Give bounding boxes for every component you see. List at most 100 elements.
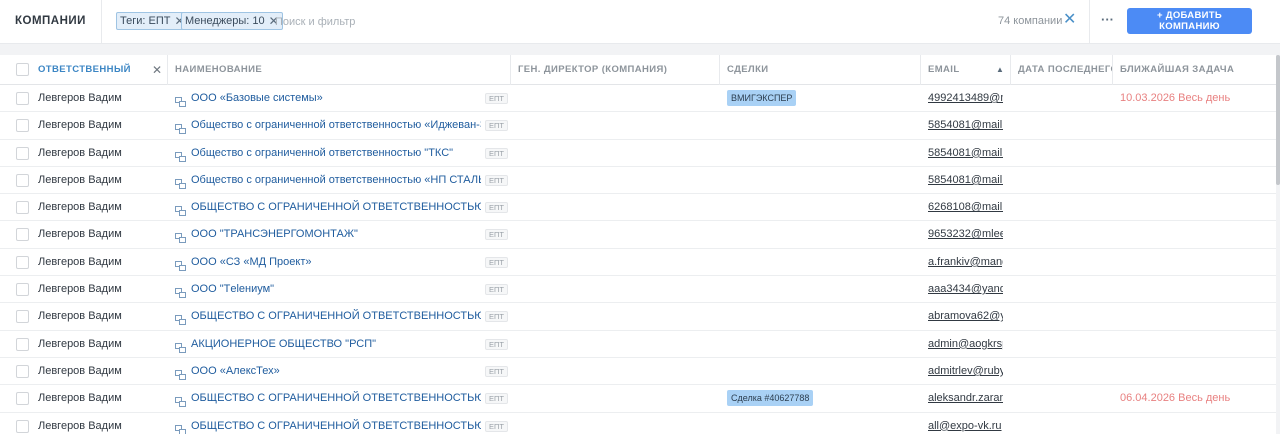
responsible-cell: Левгеров Вадим [38,337,122,350]
company-icon [175,121,186,135]
column-header-name[interactable]: НАИМЕНОВАНИЕ [168,55,511,85]
tag-badge: ЕПТ [485,174,508,186]
email-link[interactable]: 6268108@mail.r [928,194,1003,221]
company-name-link[interactable]: ООО «СЗ «МД Проект» [191,249,481,276]
row-checkbox[interactable] [16,364,29,378]
companies-count: 74 компании [998,15,1063,27]
email-link[interactable]: aaa3434@yande [928,276,1003,303]
tag-badge: ЕПТ [485,338,508,350]
column-header-responsible[interactable]: ОТВЕТСТВЕННЫЙ [31,55,168,85]
row-checkbox[interactable] [16,173,29,187]
row-checkbox[interactable] [16,310,29,324]
responsible-cell: Левгеров Вадим [38,283,122,296]
filter-chip-label: Теги: ЕПТ [120,15,171,27]
tag-badge: ЕПТ [485,365,508,377]
table-row[interactable]: Левгеров Вадим ОБЩЕСТВО С ОГРАНИЧЕННОЙ ОТ… [0,413,1276,434]
companies-table: ОТВЕТСТВЕННЫЙ ✕ НАИМЕНОВАНИЕ ГЕН. ДИРЕКТ… [0,55,1276,434]
row-checkbox[interactable] [16,92,29,105]
close-icon[interactable]: ✕ [152,64,162,76]
company-icon [175,176,186,189]
row-checkbox[interactable] [16,201,29,215]
email-link[interactable]: admitrlev@ruby [928,358,1003,385]
table-header: ОТВЕТСТВЕННЫЙ ✕ НАИМЕНОВАНИЕ ГЕН. ДИРЕКТ… [0,55,1276,85]
email-link[interactable]: 5854081@mail.r [928,167,1003,194]
email-link[interactable]: 5854081@mail.r [928,112,1003,139]
table-row[interactable]: Левгеров Вадим ООО «Базовые системы» ЕПТ ВМ… [0,85,1276,113]
column-header-ceo[interactable]: ГЕН. ДИРЕКТОР (КОМПАНИЯ) [511,55,720,85]
tag-badge: ЕПТ [485,256,508,268]
table-row[interactable]: Левгеров Вадим ОБЩЕСТВО С ОГРАНИЧЕННОЙ ОТ… [0,303,1276,331]
company-name-link[interactable]: Общество с ограниченной ответственностью… [191,140,481,167]
row-checkbox[interactable] [16,255,29,269]
tag-badge: ЕПТ [485,120,508,132]
company-name-link[interactable]: ОБЩЕСТВО С ОГРАНИЧЕННОЙ ОТВЕТСТВЕННОСТЬЮ… [191,303,481,330]
company-name-link[interactable]: АКЦИОНЕРНОЕ ОБЩЕСТВО "РСП" [191,331,481,358]
tag-badge: ЕПТ [485,93,508,104]
table-row[interactable]: Левгеров Вадим АКЦИОНЕРНОЕ ОБЩЕСТВО "РСП"… [0,331,1276,358]
column-header-last-date[interactable]: ДАТА ПОСЛЕДНЕГО [1011,55,1113,85]
filter-chip-managers[interactable]: Менеджеры: 10 ✕ [181,12,283,30]
email-link[interactable]: aleksandr.zaram [928,385,1003,412]
table-row[interactable]: Левгеров Вадим Общество с ограниченной от… [0,140,1276,167]
row-checkbox[interactable] [16,146,29,160]
table-row[interactable]: Левгеров Вадим ОБЩЕСТВО С ОГРАНИЧЕННОЙ ОТ… [0,385,1276,413]
row-checkbox[interactable] [16,119,29,133]
table-row[interactable]: Левгеров Вадим ООО «СЗ «МД Проект» ЕПТ a.fr… [0,249,1276,277]
add-company-button[interactable]: + ДОБАВИТЬ КОМПАНИЮ [1127,8,1252,34]
company-icon [175,258,186,271]
company-name-link[interactable]: Общество с ограниченной ответственностью… [191,112,481,139]
email-link[interactable]: a.frankiv@mang [928,249,1003,276]
company-icon [175,94,186,107]
table-row[interactable]: Левгеров Вадим ООО "ТРАНСЭНЕРГОМОНТАЖ" ЕПТ… [0,221,1276,249]
column-header-deals[interactable]: СДЕЛКИ [720,55,921,85]
column-header-next-task[interactable]: БЛИЖАЙШАЯ ЗАДАЧА [1113,55,1276,85]
search-input[interactable] [275,13,775,31]
company-name-link[interactable]: ООО "ТРАНСЭНЕРГОМОНТАЖ" [191,221,481,248]
row-checkbox[interactable] [16,392,29,406]
row-checkbox[interactable] [16,419,29,433]
responsible-cell: Левгеров Вадим [38,119,122,132]
responsible-cell: Левгеров Вадим [38,392,122,405]
row-checkbox[interactable] [16,228,29,242]
table-row[interactable]: Левгеров Вадим ООО «АлексТех» ЕПТ admitrlev… [0,358,1276,386]
email-link[interactable]: admin@aogkrsp [928,331,1003,358]
email-link[interactable]: 9653232@mleer [928,221,1003,248]
company-icon [175,312,186,326]
deal-badge[interactable]: Сделка #40627788 [727,390,814,407]
divider [1089,0,1090,44]
company-name-link[interactable]: ОБЩЕСТВО С ОГРАНИЧЕННОЙ ОТВЕТСТВЕННОСТЬЮ… [191,413,481,434]
row-checkbox[interactable] [16,337,29,351]
table-row[interactable]: Левгеров Вадим ООО "Тelениум" ЕПТ aaa3434@y… [0,276,1276,304]
company-name-link[interactable]: Общество с ограниченной ответственностью… [191,167,481,194]
more-options-icon[interactable]: ··· [1101,12,1114,27]
responsible-cell: Левгеров Вадим [38,255,122,268]
filter-chip-tags[interactable]: Теги: ЕПТ ✕ [116,12,189,30]
company-icon [175,149,186,162]
email-link[interactable]: 4992413489@m [928,85,1003,112]
company-name-link[interactable]: ОБЩЕСТВО С ОГРАНИЧЕННОЙ ОТВЕТСТВЕННОСТЬЮ… [191,194,481,221]
email-link[interactable]: all@expo-vk.ru [928,413,1003,434]
tag-badge: ЕПТ [485,229,508,241]
responsible-cell: Левгеров Вадим [38,228,122,241]
company-name-link[interactable]: ОБЩЕСТВО С ОГРАНИЧЕННОЙ ОТВЕТСТВЕННОСТЬЮ… [191,385,481,412]
company-name-link[interactable]: ООО «Базовые системы» [191,85,481,112]
responsible-cell: Левгеров Вадим [38,364,122,377]
next-task-cell[interactable]: 06.04.2026 Весь день [1120,385,1270,412]
page-title: КОМПАНИИ [15,15,86,27]
email-link[interactable]: 5854081@mail.r [928,140,1003,167]
tag-badge: ЕПТ [485,284,508,296]
company-name-link[interactable]: ООО "Тelениум" [191,276,481,303]
table-row[interactable]: Левгеров Вадим Общество с ограниченной от… [0,112,1276,140]
table-row[interactable]: Левгеров Вадим Общество с ограниченной от… [0,167,1276,195]
clear-filter-icon[interactable]: ✕ [1063,11,1076,29]
table-row[interactable]: Левгеров Вадим ОБЩЕСТВО С ОГРАНИЧЕННОЙ ОТ… [0,194,1276,222]
sort-asc-icon[interactable]: ▲ [996,65,1004,74]
tag-badge: ЕПТ [485,311,508,323]
scrollbar[interactable] [1276,55,1280,185]
company-name-link[interactable]: ООО «АлексТех» [191,358,481,385]
email-link[interactable]: abramova62@ya [928,303,1003,330]
deal-badge[interactable]: ВМИГЭКСПЕР [727,90,797,106]
select-all-checkbox[interactable] [16,63,29,76]
next-task-cell[interactable]: 10.03.2026 Весь день [1120,85,1270,112]
row-checkbox[interactable] [16,283,29,297]
